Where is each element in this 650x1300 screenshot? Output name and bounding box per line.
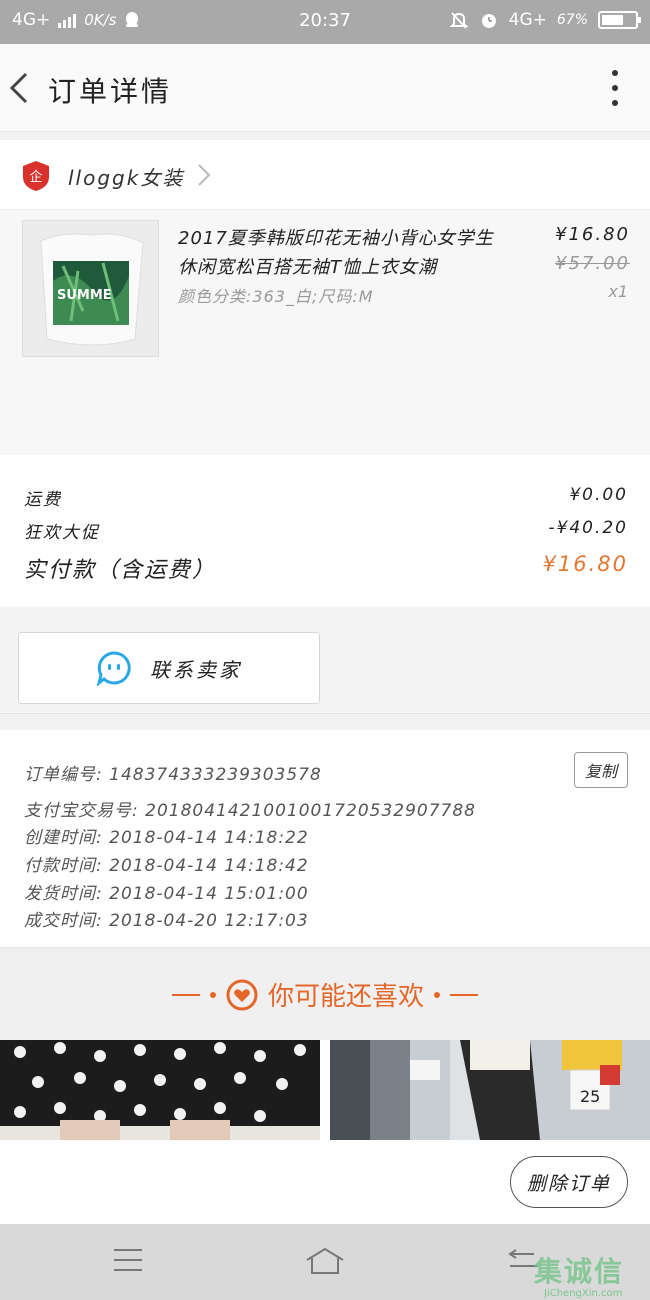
alarm-icon <box>481 14 496 28</box>
promo-row: 狂欢大促 -¥40.20 <box>24 518 628 543</box>
contact-seller-button[interactable]: 联系卖家 <box>18 632 320 704</box>
shipping-row: 运费 ¥0.00 <box>24 485 628 510</box>
watermark-url: JiChengXin.com <box>544 1288 623 1299</box>
product-item[interactable]: SUMME 2017夏季韩版印花无袖小背心女学生休闲宽松百搭无袖T恤上衣女潮 颜… <box>0 210 650 455</box>
product-thumbnail[interactable]: SUMME <box>22 220 159 357</box>
back-arrow-icon[interactable] <box>6 68 36 108</box>
alipay-number: 支付宝交易号: 2018041421001001720532907788 <box>24 801 476 821</box>
recommend-item-1-image[interactable] <box>0 1040 320 1140</box>
chat-bubble-icon <box>96 651 131 686</box>
watermark-text: 集诚信 <box>534 1255 625 1288</box>
mute-icon <box>449 12 469 29</box>
price-summary: 运费 ¥0.00 狂欢大促 -¥40.20 实付款（含运费） ¥16.80 <box>0 455 650 607</box>
product-name: 2017夏季韩版印花无袖小背心女学生休闲宽松百搭无袖T恤上衣女潮 <box>178 228 494 278</box>
shop-row[interactable]: 企 lloggk女装 <box>0 140 650 210</box>
contact-section: 联系卖家 <box>0 607 650 714</box>
product-price: ¥16.80 <box>555 224 630 245</box>
page-header: 订单详情 <box>0 44 650 132</box>
recommend-list: 25 <box>0 1040 650 1140</box>
bottom-actions: 删除订单 <box>0 1140 650 1224</box>
created-time: 创建时间: 2018-04-14 14:18:22 <box>24 828 309 848</box>
recommend-header: 你可能还喜欢 <box>0 948 650 1040</box>
promo-value: -¥40.20 <box>548 518 628 538</box>
battery-percent: 67% <box>556 12 588 28</box>
copy-button[interactable]: 复制 <box>574 752 628 788</box>
paid-value: ¥16.80 <box>542 552 628 576</box>
dot-icon <box>434 991 440 998</box>
status-bar: 4G+ 0K/s 20:37 4G+ 67% <box>0 0 650 44</box>
svg-text:25: 25 <box>580 1087 600 1106</box>
home-icon[interactable] <box>303 1246 347 1276</box>
paid-time: 付款时间: 2018-04-14 14:18:42 <box>24 856 309 876</box>
completed-time: 成交时间: 2018-04-20 12:17:03 <box>24 911 309 931</box>
shop-badge-icon: 企 <box>23 161 49 191</box>
product-quantity: x1 <box>608 282 628 301</box>
dot-icon <box>209 991 216 998</box>
page-title: 订单详情 <box>48 75 173 108</box>
recommend-item-2-image[interactable]: 25 <box>330 1040 650 1140</box>
chevron-right-icon <box>198 164 211 186</box>
divider <box>171 993 200 996</box>
product-sku: 颜色分类:363_白;尺码:M <box>178 287 374 306</box>
battery-icon <box>598 11 641 29</box>
watermark: 集诚信 JiChengXin.com <box>534 1250 625 1299</box>
paid-label: 实付款（含运费） <box>24 558 217 583</box>
divider <box>450 993 478 996</box>
heart-icon <box>226 979 258 1010</box>
product-original-price: ¥57.00 <box>555 253 630 274</box>
svg-text:企: 企 <box>29 169 42 185</box>
promo-label: 狂欢大促 <box>24 523 100 543</box>
recommend-title: 你可能还喜欢 <box>267 982 424 1012</box>
shipping-value: ¥0.00 <box>569 485 628 505</box>
order-number: 订单编号: 1483743332393035​78 <box>24 765 322 785</box>
paid-row: 实付款（含运费） ¥16.80 <box>24 552 628 584</box>
order-info: 订单编号: 1483743332393035​78 复制 支付宝交易号: 201… <box>0 730 650 948</box>
shop-name: lloggk女装 <box>68 166 185 190</box>
menu-icon[interactable] <box>112 1246 144 1274</box>
svg-text:SUMME: SUMME <box>57 288 112 303</box>
shipping-label: 运费 <box>24 490 62 510</box>
delete-order-button[interactable]: 删除订单 <box>510 1156 628 1208</box>
network-indicator-right: 4G+ <box>508 10 547 30</box>
more-options-icon[interactable] <box>610 70 620 106</box>
shipped-time: 发货时间: 2018-04-14 15:01:00 <box>24 884 309 904</box>
contact-seller-label: 联系卖家 <box>150 657 242 682</box>
